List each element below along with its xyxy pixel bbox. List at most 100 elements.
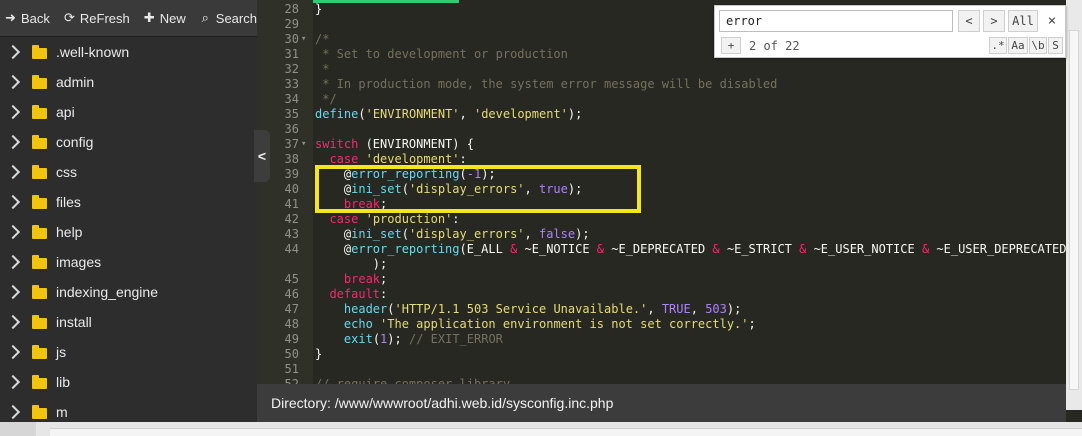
new-button[interactable]: ✚ New <box>143 11 186 26</box>
back-button[interactable]: ➜ Back <box>4 11 50 26</box>
chevron-right-icon[interactable] <box>5 134 21 150</box>
horizontal-scrollbar[interactable] <box>0 422 1082 436</box>
line-text: echo 'The application environment is not… <box>315 317 756 332</box>
chevron-right-icon[interactable] <box>5 404 21 420</box>
code-line: 35 define('ENVIRONMENT', 'development'); <box>257 107 1066 122</box>
line-number: 41 <box>284 197 299 211</box>
case-sensitive-toggle[interactable]: Aa <box>1008 37 1028 54</box>
folder-item[interactable]: js <box>0 337 257 367</box>
case-label: Aa <box>1011 39 1025 52</box>
chevron-right-icon[interactable] <box>5 314 21 330</box>
folder-icon <box>32 254 47 269</box>
code-token: 'production' <box>365 212 453 226</box>
back-label: Back <box>21 10 50 26</box>
find-close-button[interactable]: × <box>1041 10 1063 32</box>
search-button[interactable]: ⌕ Search <box>199 11 257 26</box>
regex-toggle[interactable]: .* <box>989 37 1007 54</box>
line-text: exit(1); // EXIT_ERROR <box>315 332 503 347</box>
code-token: echo <box>343 317 373 331</box>
chevron-right-icon[interactable] <box>5 74 21 90</box>
line-text: // require composer library <box>315 377 510 384</box>
collapse-sidebar-button[interactable]: < <box>254 130 270 182</box>
code-token: ini_set <box>351 227 402 241</box>
folder-name: install <box>56 314 92 330</box>
code-line: 39 @error_reporting(-1); <box>257 167 1066 182</box>
toggle-replace-button[interactable]: + <box>721 37 741 54</box>
folder-icon <box>32 404 47 419</box>
find-prev-button[interactable]: < <box>958 10 980 32</box>
line-text: break; <box>315 197 387 212</box>
chevron-right-icon[interactable] <box>5 224 21 240</box>
folder-icon <box>32 164 47 179</box>
code-line: 52 // require composer library <box>257 377 1066 384</box>
line-number: 34 <box>284 92 299 106</box>
fold-toggle-icon[interactable]: ▾ <box>301 137 311 152</box>
code-token: * Set to development or production <box>315 47 568 61</box>
line-text: @ini_set('display_errors', false); <box>315 227 590 242</box>
folder-name: files <box>56 194 81 210</box>
code-line: 37 ▾ switch (ENVIRONMENT) { <box>257 137 1066 152</box>
code-token: : <box>452 212 460 226</box>
find-next-button[interactable]: > <box>983 10 1005 32</box>
code-line: 44 @error_reporting(E_ALL & ~E_NOTICE & … <box>257 242 1066 257</box>
folder-item[interactable]: config <box>0 127 257 157</box>
line-text: * In production mode, the system error m… <box>315 77 777 92</box>
chevron-right-icon[interactable] <box>5 254 21 270</box>
code-token: @ <box>315 167 352 181</box>
find-all-button[interactable]: All <box>1008 10 1038 32</box>
fold-toggle-icon[interactable]: ▾ <box>301 32 311 47</box>
code-token: ~E_USER_NOTICE <box>806 242 922 256</box>
line-text: } <box>315 2 322 17</box>
line-number: 48 <box>284 317 299 331</box>
refresh-button[interactable]: ⟳ ReFresh <box>63 11 130 26</box>
close-icon: × <box>1047 13 1057 29</box>
whole-word-toggle[interactable]: \b <box>1029 37 1047 54</box>
code-token: : <box>459 152 467 166</box>
find-input[interactable] <box>719 10 953 32</box>
chevron-right-icon[interactable] <box>5 284 21 300</box>
chevron-right-icon[interactable] <box>5 344 21 360</box>
code-token: 'development' <box>365 152 460 166</box>
folder-item[interactable]: indexing_engine <box>0 277 257 307</box>
line-text: case 'development': <box>315 152 467 167</box>
scrollbar-thumb[interactable] <box>1069 30 1079 390</box>
chevron-right-icon[interactable] <box>5 164 21 180</box>
code-token: switch <box>315 137 359 151</box>
folder-item[interactable]: api <box>0 97 257 127</box>
chevron-right-icon[interactable] <box>5 374 21 390</box>
find-all-label: All <box>1012 14 1034 28</box>
line-number: 31 <box>284 47 299 61</box>
folder-item[interactable]: images <box>0 247 257 277</box>
line-text: @error_reporting(E_ALL & ~E_NOTICE & ~E_… <box>315 242 1066 257</box>
folder-item[interactable]: help <box>0 217 257 247</box>
line-number: 45 <box>284 272 299 286</box>
folder-name: config <box>56 134 94 150</box>
line-number: 51 <box>284 362 299 376</box>
line-number: 46 <box>284 287 299 301</box>
folder-item[interactable]: files <box>0 187 257 217</box>
folder-item[interactable]: admin <box>0 67 257 97</box>
code-line: 36 <box>257 122 1066 137</box>
folder-item[interactable]: .well-known <box>0 37 257 67</box>
folder-item[interactable]: install <box>0 307 257 337</box>
chevron-right-icon[interactable] <box>5 44 21 60</box>
code-token: default <box>329 287 381 301</box>
code-token: 503 <box>705 302 727 316</box>
line-text: */ <box>315 92 336 107</box>
code-token: case <box>329 152 359 166</box>
folder-item[interactable]: lib <box>0 367 257 397</box>
code-token: ; <box>380 272 388 286</box>
line-number: 40 <box>284 182 299 196</box>
folder-name: admin <box>56 74 95 90</box>
chevron-right-icon[interactable] <box>5 194 21 210</box>
folder-item[interactable]: css <box>0 157 257 187</box>
code-token: 'development' <box>473 107 568 121</box>
line-text: @ini_set('display_errors', true); <box>315 182 582 197</box>
in-selection-toggle[interactable]: S <box>1048 37 1063 54</box>
line-number: 42 <box>284 212 299 226</box>
code-line: 51 <box>257 362 1066 377</box>
chevron-right-icon[interactable] <box>5 104 21 120</box>
